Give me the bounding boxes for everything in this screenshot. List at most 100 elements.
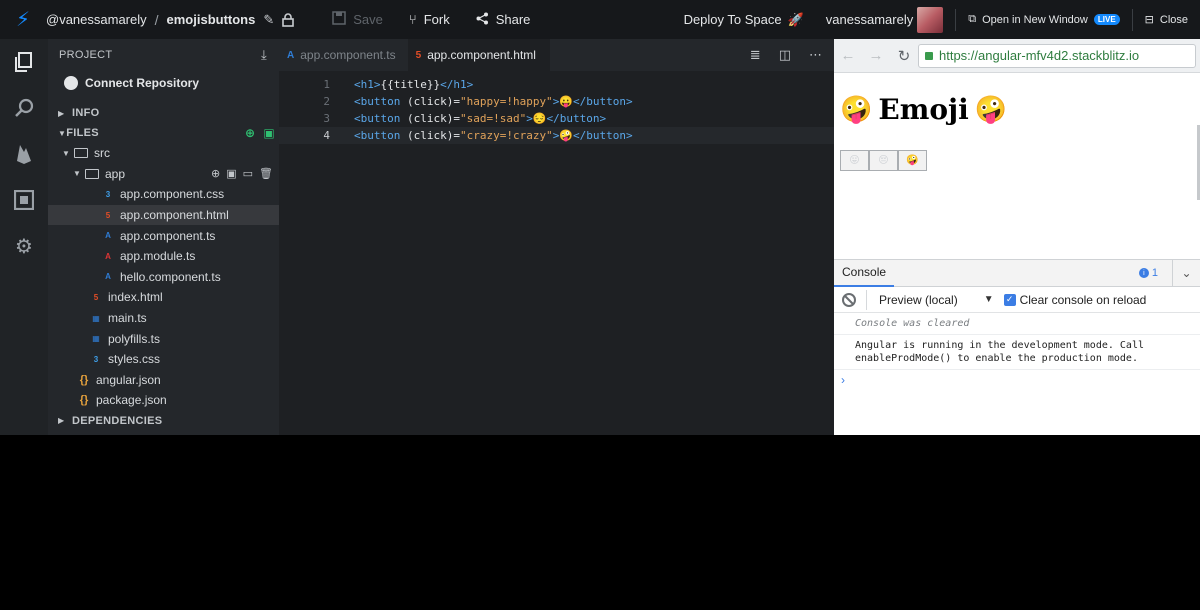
angular-file-icon: A — [105, 231, 111, 241]
tree-file[interactable]: 3 styles.css — [48, 349, 279, 370]
console-message: Angular is running in the development mo… — [834, 335, 1200, 370]
tree-file[interactable]: ▦ main.ts — [48, 308, 279, 329]
tab-app-component-html[interactable]: 5 app.component.html — [407, 39, 550, 71]
new-window-icon: ⧉ — [968, 13, 977, 25]
rocket-icon: 🚀 — [787, 11, 804, 27]
connect-repository-button[interactable]: Connect Repository — [48, 71, 279, 95]
share-button[interactable]: Share — [476, 12, 530, 28]
lock-icon[interactable] — [282, 12, 295, 27]
github-icon — [64, 76, 78, 90]
project-label: PROJECT — [59, 49, 113, 61]
tree-item-label: main.ts — [108, 311, 147, 326]
html-file-icon: 5 — [415, 49, 422, 61]
angular-file-icon: A — [287, 49, 295, 61]
fork-button[interactable]: ⑂ Fork — [409, 12, 450, 27]
console-toolbar: Preview (local) ▼ ✓ Clear console on rel… — [834, 287, 1200, 313]
happy-button[interactable]: 😛 — [840, 150, 869, 171]
tree-item-label: hello.component.ts — [120, 269, 221, 284]
project-header: PROJECT ⤓ — [48, 39, 279, 71]
tab-console[interactable]: Console — [834, 260, 895, 287]
code-line: 2 <button (click)="happy=!happy">😛</butt… — [279, 93, 834, 110]
search-icon[interactable] — [0, 85, 48, 131]
clear-console-icon[interactable] — [842, 292, 856, 307]
tree-file-selected[interactable]: 5 app.component.html — [48, 204, 279, 226]
new-file-icon[interactable]: ⊕ — [245, 126, 255, 140]
info-section-toggle[interactable]: ▶ INFO — [48, 103, 279, 123]
tree-item-label: app.component.html — [120, 208, 229, 223]
dropdown-arrow-icon: ▼ — [983, 294, 994, 305]
user-path[interactable]: @vanessamarely — [46, 12, 147, 27]
editor-tabs: A app.component.ts 5 app.component.html … — [279, 39, 834, 71]
settings-gear-icon[interactable]: ⚙ — [0, 223, 48, 269]
dependencies-section-toggle[interactable]: ▶ DEPENDENCIES — [48, 411, 279, 431]
context-select[interactable]: Preview (local) ▼ — [866, 289, 994, 310]
code-area[interactable]: 1 <h1>{{title}}</h1> 2 <button (click)="… — [279, 71, 834, 144]
line-number: 1 — [323, 78, 330, 91]
tree-file[interactable]: ▦ polyfills.ts — [48, 328, 279, 349]
checkbox-checked-icon: ✓ — [1003, 293, 1016, 306]
info-count-badge[interactable]: i 1 — [1138, 267, 1158, 279]
project-name[interactable]: emojisbuttons — [167, 12, 256, 27]
secure-lock-icon — [925, 51, 933, 60]
close-panel-icon: ⊟ — [1144, 14, 1154, 26]
console-prompt[interactable]: › — [834, 370, 1200, 387]
tree-folder-src[interactable]: ▼ src — [48, 143, 279, 164]
sad-button[interactable]: 😔 — [869, 150, 898, 171]
clear-on-reload-checkbox[interactable]: ✓ Clear console on reload — [1003, 293, 1146, 307]
tab-label: app.component.html — [427, 48, 536, 62]
download-icon[interactable]: ⤓ — [261, 47, 267, 63]
tree-file[interactable]: 5 index.html — [48, 287, 279, 308]
typescript-file-icon: ▦ — [92, 313, 100, 323]
info-count: 1 — [1151, 267, 1158, 279]
new-file-icon[interactable]: ⊕ — [211, 167, 220, 180]
more-options-icon[interactable]: ⋯ — [809, 47, 822, 63]
divider — [1131, 8, 1133, 31]
firebase-icon[interactable] — [0, 131, 48, 177]
open-new-window-button[interactable]: ⧉ Open in New Window LIVE — [968, 13, 1120, 26]
tree-folder-app[interactable]: ▼ app ⊕ ▣ ▭ 🗑 — [48, 164, 279, 185]
tree-item-label: index.html — [108, 290, 163, 305]
html-file-icon: 5 — [105, 210, 111, 220]
stackblitz-logo-icon[interactable]: ⚡ — [0, 7, 46, 32]
url-field[interactable]: https://angular-mfv4d2.stackblitz.io — [918, 43, 1196, 68]
files-icon[interactable] — [0, 39, 48, 85]
collapse-console-chevron-icon[interactable]: ⌄ — [1172, 259, 1200, 287]
folder-icon — [74, 148, 88, 159]
console-header: Console i 1 ⌄ — [834, 259, 1200, 287]
tree-file[interactable]: A hello.component.ts — [48, 267, 279, 288]
console-message: Console was cleared — [834, 313, 1200, 335]
tree-file[interactable]: {} package.json — [48, 390, 279, 411]
file-explorer-sidebar: PROJECT ⤓ Connect Repository ▶ INFO ▼FIL… — [48, 39, 279, 435]
extensions-icon[interactable] — [0, 177, 48, 223]
deploy-button[interactable]: Deploy To Space 🚀 — [684, 12, 804, 28]
chevron-down-icon: ▼ — [73, 169, 81, 179]
files-section-toggle[interactable]: ▼FILES ⊕ ▣ — [48, 123, 279, 143]
tree-file[interactable]: A app.module.ts — [48, 246, 279, 267]
tree-file[interactable]: {} angular.json — [48, 370, 279, 391]
tree-item-label: styles.css — [108, 352, 161, 367]
tree-file[interactable]: A app.component.ts — [48, 225, 279, 246]
close-preview-button[interactable]: ⊟ Close — [1144, 13, 1188, 27]
user-menu[interactable]: vanessamarely — [826, 6, 944, 33]
open-window-label: Open in New Window — [982, 13, 1088, 26]
reload-icon[interactable]: ↻ — [890, 47, 918, 65]
crazy-button[interactable]: 🤪 — [898, 150, 927, 171]
new-folder-icon[interactable]: ▣ — [263, 126, 275, 140]
back-arrow-icon[interactable]: ← — [834, 47, 862, 64]
tab-app-component-ts[interactable]: A app.component.ts — [279, 39, 408, 71]
preview-scrollbar[interactable] — [1194, 73, 1200, 255]
rename-icon[interactable]: ▭ — [243, 167, 253, 180]
info-label: INFO — [72, 107, 100, 119]
pencil-icon[interactable]: ✎ — [263, 12, 274, 28]
format-icon[interactable]: ≣ — [750, 47, 761, 63]
chevron-right-icon: ▶ — [58, 108, 65, 118]
info-icon: i — [1138, 268, 1149, 278]
new-folder-icon[interactable]: ▣ — [226, 167, 236, 180]
context-label: Preview (local) — [879, 292, 958, 307]
save-button[interactable]: Save — [332, 11, 383, 28]
deploy-label: Deploy To Space — [683, 12, 782, 27]
delete-icon[interactable]: 🗑 — [259, 167, 273, 180]
split-editor-icon[interactable]: ◫ — [779, 47, 791, 63]
tree-file[interactable]: 3 app.component.css — [48, 184, 279, 205]
forward-arrow-icon[interactable]: → — [862, 47, 890, 64]
